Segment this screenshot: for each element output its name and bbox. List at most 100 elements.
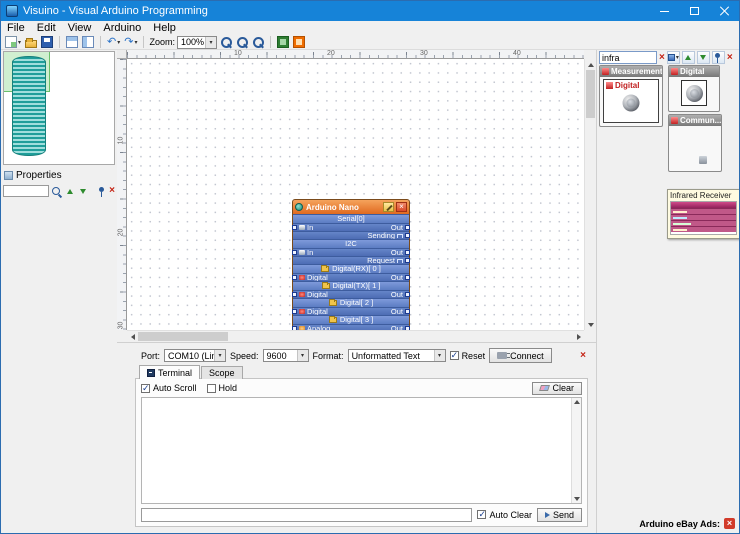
clear-search-button[interactable]: ×: [659, 53, 665, 63]
terminal-scrollbar[interactable]: [571, 398, 581, 503]
menu-arduino[interactable]: Arduino: [97, 21, 147, 35]
sort-descending-button[interactable]: [77, 186, 88, 197]
save-icon: [41, 36, 53, 48]
zoom-combo[interactable]: 100% ▾: [177, 36, 217, 49]
redo-button[interactable]: ↷▾: [123, 35, 138, 49]
input-pin[interactable]: [292, 225, 297, 230]
vertical-scrollbar[interactable]: [584, 59, 596, 330]
category-header[interactable]: Digital: [669, 66, 719, 77]
title-bar[interactable]: Visuino - Visual Arduino Programming: [1, 1, 739, 21]
category-communication[interactable]: Commun...: [668, 114, 722, 172]
open-button[interactable]: [24, 35, 38, 49]
port-combo[interactable]: COM10 (Lina ▾: [164, 349, 226, 362]
input-pin[interactable]: [292, 326, 297, 331]
close-ads-button[interactable]: ×: [724, 518, 735, 529]
auto-clear-checkbox[interactable]: Auto Clear: [477, 510, 532, 520]
sensor-component-icon[interactable]: [623, 95, 640, 112]
output-pin[interactable]: [405, 309, 410, 314]
pin-panel-button[interactable]: [97, 186, 107, 197]
hold-checkbox[interactable]: Hold: [207, 383, 238, 393]
scroll-thumb[interactable]: [138, 332, 228, 341]
design-canvas[interactable]: Arduino Nano × Serial[0] InOut Sending I…: [127, 59, 584, 330]
expand-all-button[interactable]: [697, 51, 710, 64]
compile-button[interactable]: [276, 35, 290, 49]
save-button[interactable]: [40, 35, 54, 49]
input-pin[interactable]: [292, 275, 297, 280]
category-body: Digital: [600, 77, 662, 126]
sort-ascending-button[interactable]: [64, 186, 75, 197]
properties-tab[interactable]: Properties: [1, 168, 62, 182]
category-header[interactable]: Commun...: [669, 115, 721, 126]
zoom-reset-button[interactable]: [251, 35, 265, 49]
output-pin[interactable]: [405, 275, 410, 280]
input-pin[interactable]: [292, 309, 297, 314]
property-search-icon[interactable]: [51, 186, 62, 197]
tab-scope[interactable]: Scope: [201, 366, 243, 379]
scroll-left-button[interactable]: [127, 331, 138, 342]
remove-board-button[interactable]: ×: [396, 202, 407, 212]
board-header[interactable]: Arduino Nano ×: [293, 200, 409, 214]
edit-board-button[interactable]: [383, 202, 394, 212]
close-component-panel-button[interactable]: ×: [727, 53, 733, 63]
output-pin[interactable]: [405, 225, 410, 230]
clear-button[interactable]: Clear: [532, 382, 582, 395]
output-pin[interactable]: [405, 233, 410, 238]
scroll-track[interactable]: [138, 331, 573, 342]
board-pin-row: Request: [293, 256, 409, 264]
menu-view[interactable]: View: [62, 21, 98, 35]
terminal-output[interactable]: [141, 397, 582, 504]
scroll-thumb[interactable]: [586, 70, 595, 118]
output-pin[interactable]: [405, 258, 410, 263]
tile-vertical-icon: [82, 36, 94, 48]
reset-checkbox[interactable]: Reset: [450, 351, 486, 361]
connect-button[interactable]: Connect: [489, 348, 552, 363]
category-digital[interactable]: Digital: [668, 65, 720, 112]
scroll-up-button[interactable]: [585, 59, 596, 70]
close-button[interactable]: [709, 1, 739, 21]
menu-help[interactable]: Help: [147, 21, 182, 35]
send-button[interactable]: Send: [537, 508, 582, 522]
tile-vertical-button[interactable]: [81, 35, 95, 49]
output-pin[interactable]: [405, 326, 410, 331]
category-header[interactable]: Measurement: [600, 66, 662, 77]
scroll-right-button[interactable]: [573, 331, 584, 342]
scroll-track[interactable]: [585, 70, 596, 319]
pin-panel-button[interactable]: [712, 51, 725, 64]
input-pin[interactable]: [292, 250, 297, 255]
horizontal-scrollbar[interactable]: [127, 330, 584, 342]
arduino-nano-component[interactable]: Arduino Nano × Serial[0] InOut Sending I…: [292, 199, 410, 330]
input-pin[interactable]: [292, 292, 297, 297]
tile-horizontal-button[interactable]: [65, 35, 79, 49]
component-search-input[interactable]: [599, 51, 657, 64]
menu-edit[interactable]: Edit: [31, 21, 62, 35]
project-overview-map[interactable]: [3, 51, 115, 165]
subcategory-digital[interactable]: Digital: [603, 79, 659, 123]
minimize-button[interactable]: [649, 1, 679, 21]
component-item[interactable]: [681, 80, 707, 106]
section-label: Serial[0]: [337, 215, 365, 223]
zoom-out-button[interactable]: [235, 35, 249, 49]
scroll-down-button[interactable]: [585, 319, 596, 330]
auto-scroll-checkbox[interactable]: Auto Scroll: [141, 383, 197, 393]
output-pin[interactable]: [405, 250, 410, 255]
menu-file[interactable]: File: [1, 21, 31, 35]
terminal-input[interactable]: [141, 508, 472, 522]
close-panel-button[interactable]: ×: [580, 351, 586, 361]
speed-combo[interactable]: 9600 ▾: [263, 349, 309, 362]
maximize-icon: [690, 7, 699, 15]
undo-button[interactable]: ↶▾: [106, 35, 121, 49]
new-project-button[interactable]: ▾: [4, 35, 22, 49]
upload-button[interactable]: [292, 35, 306, 49]
vertical-ruler: 10 20 30: [117, 59, 127, 330]
property-filter-input[interactable]: [3, 185, 49, 197]
zoom-in-button[interactable]: [219, 35, 233, 49]
category-measurement[interactable]: Measurement Digital: [599, 65, 663, 127]
collapse-all-button[interactable]: [682, 51, 695, 64]
category-body: [669, 77, 719, 111]
format-combo[interactable]: Unformatted Text ▾: [348, 349, 446, 362]
view-mode-button[interactable]: ▾: [667, 51, 680, 64]
tab-terminal[interactable]: Terminal: [139, 365, 200, 379]
output-pin[interactable]: [405, 292, 410, 297]
close-properties-button[interactable]: ×: [109, 186, 115, 196]
maximize-button[interactable]: [679, 1, 709, 21]
